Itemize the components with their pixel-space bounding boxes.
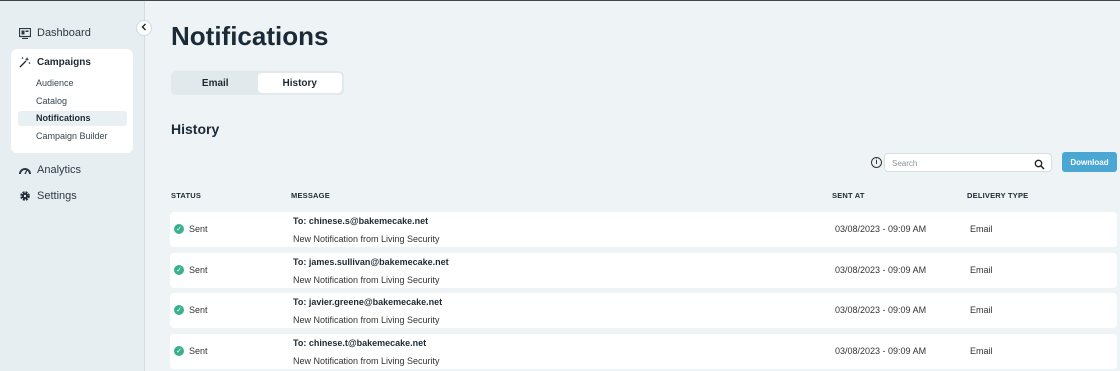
sent-at-text: 03/08/2023 - 09:09 AM: [835, 265, 927, 275]
sidebar-subitem-campaign-builder[interactable]: Campaign Builder: [18, 129, 127, 144]
check-circle-icon: ✓: [174, 265, 184, 275]
tab-group: Email History: [171, 71, 344, 95]
sidebar-item-label: Dashboard: [37, 27, 91, 39]
sidebar-item-analytics[interactable]: Analytics: [19, 162, 81, 178]
search-icon[interactable]: [1034, 157, 1045, 170]
message-text: New Notification from Living Security: [293, 315, 440, 325]
table-row[interactable]: ✓ Sent To: javier.greene@bakemecake.net …: [170, 293, 1117, 328]
search-box: [884, 153, 1052, 172]
column-header-message: MESSAGE: [291, 191, 330, 200]
sidebar-item-label: Settings: [37, 190, 77, 202]
page-title: Notifications: [171, 21, 329, 51]
status-cell: ✓ Sent: [174, 346, 208, 356]
status-cell: ✓ Sent: [174, 265, 208, 275]
sidebar: Dashboard Campaigns Audience Catalog Not…: [0, 1, 145, 371]
column-header-sent-at: SENT AT: [832, 191, 865, 200]
sidebar-subitem-audience[interactable]: Audience: [18, 76, 127, 91]
sidebar-item-settings[interactable]: Settings: [19, 188, 77, 204]
status-text: Sent: [189, 224, 208, 234]
info-icon[interactable]: i: [871, 157, 882, 168]
gear-icon: [19, 190, 31, 202]
status-cell: ✓ Sent: [174, 305, 208, 315]
search-input[interactable]: [892, 157, 1022, 169]
tab-history[interactable]: History: [257, 73, 342, 93]
chevron-left-icon: [141, 23, 147, 34]
delivery-type-text: Email: [970, 346, 993, 356]
message-text: New Notification from Living Security: [293, 356, 440, 366]
sent-at-text: 03/08/2023 - 09:09 AM: [835, 305, 927, 315]
status-text: Sent: [189, 305, 208, 315]
message-text: New Notification from Living Security: [293, 275, 440, 285]
sidebar-item-campaigns[interactable]: Campaigns: [19, 56, 91, 68]
status-text: Sent: [189, 265, 208, 275]
recipient-text: To: chinese.t@bakemecake.net: [293, 338, 427, 348]
status-text: Sent: [189, 346, 208, 356]
tab-email[interactable]: Email: [173, 73, 258, 93]
check-circle-icon: ✓: [174, 305, 184, 315]
column-header-delivery-type: DELIVERY TYPE: [967, 191, 1029, 200]
campaigns-group: Campaigns Audience Catalog Notifications…: [11, 49, 133, 153]
status-cell: ✓ Sent: [174, 224, 208, 234]
collapse-sidebar-button[interactable]: [136, 20, 152, 36]
check-circle-icon: ✓: [174, 224, 184, 234]
sidebar-item-label: Analytics: [37, 164, 82, 176]
section-title: History: [171, 121, 220, 137]
sent-at-text: 03/08/2023 - 09:09 AM: [835, 346, 927, 356]
recipient-text: To: chinese.s@bakemecake.net: [293, 216, 429, 226]
table-row[interactable]: ✓ Sent To: chinese.t@bakemecake.net New …: [170, 334, 1117, 369]
sent-at-text: 03/08/2023 - 09:09 AM: [835, 224, 927, 234]
column-header-status: STATUS: [171, 191, 202, 200]
sidebar-item-dashboard[interactable]: Dashboard: [19, 25, 91, 41]
message-text: New Notification from Living Security: [293, 234, 440, 244]
check-circle-icon: ✓: [174, 346, 184, 356]
delivery-type-text: Email: [970, 265, 993, 275]
delivery-type-text: Email: [970, 224, 993, 234]
table-row[interactable]: ✓ Sent To: james.sullivan@bakemecake.net…: [170, 253, 1117, 288]
table-row[interactable]: ✓ Sent To: chinese.s@bakemecake.net New …: [170, 212, 1117, 247]
delivery-type-text: Email: [970, 305, 993, 315]
recipient-text: To: javier.greene@bakemecake.net: [293, 297, 443, 307]
gauge-icon: [19, 164, 31, 176]
magic-wand-icon: [19, 56, 31, 68]
dashboard-icon: [19, 27, 31, 39]
sidebar-item-label: Campaigns: [37, 56, 91, 68]
download-button[interactable]: Download: [1062, 152, 1117, 172]
recipient-text: To: james.sullivan@bakemecake.net: [293, 257, 449, 267]
sidebar-subitem-catalog[interactable]: Catalog: [18, 94, 127, 109]
sidebar-subitem-notifications[interactable]: Notifications: [18, 111, 127, 126]
